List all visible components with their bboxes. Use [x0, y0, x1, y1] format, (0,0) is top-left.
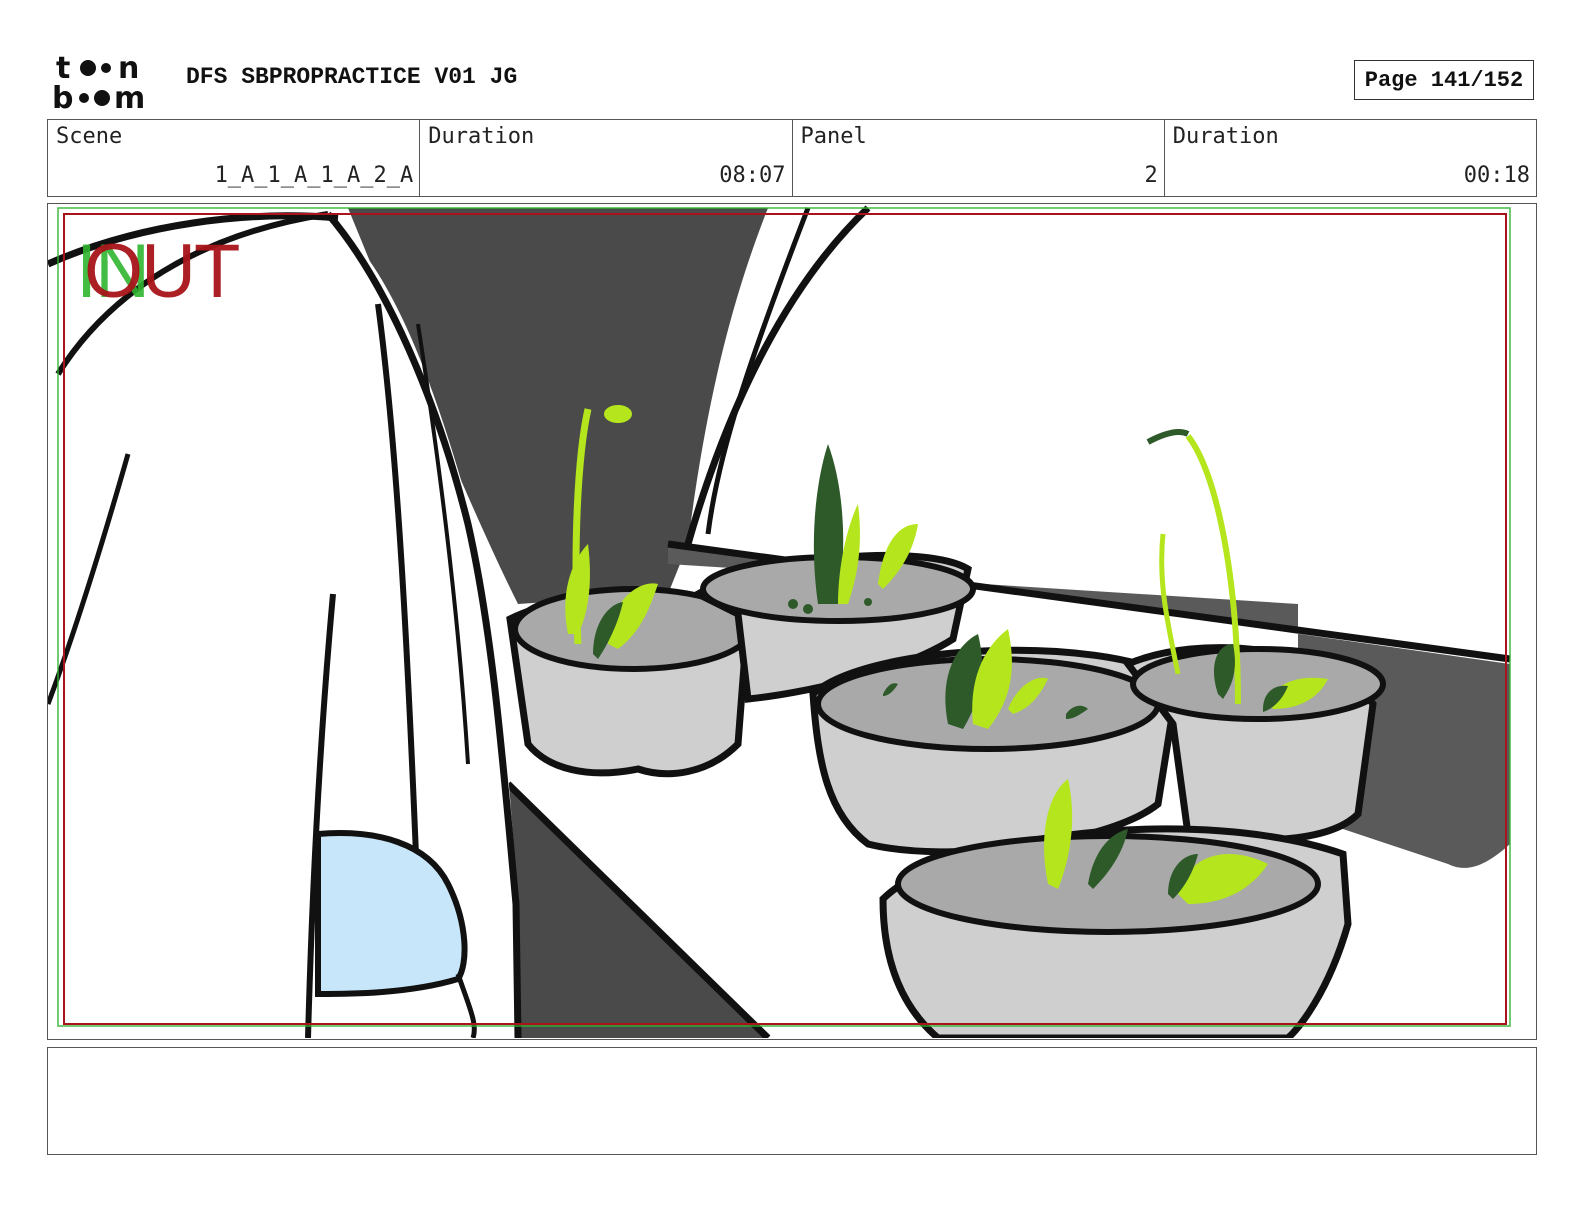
notes-box[interactable]: [47, 1047, 1537, 1155]
panel-duration-label: Duration: [1172, 124, 1279, 149]
out-frame-label: OUT: [84, 229, 240, 314]
toonboom-logo: t n b m: [52, 51, 145, 112]
scene-label: Scene: [56, 124, 123, 149]
page-number: Page 141/152: [1354, 60, 1534, 100]
logo-letter-b: b: [52, 81, 73, 112]
document-title: DFS SBPROPRACTICE V01 JG: [186, 64, 518, 90]
logo-letter-m: m: [114, 81, 145, 112]
panel-duration-cell: Duration 00:18: [1165, 120, 1536, 196]
scene-info-row: Scene 1_A_1_A_1_A_2_A Duration 08:07 Pan…: [47, 119, 1537, 197]
scene-duration-cell: Duration 08:07: [420, 120, 793, 196]
panel-label: Panel: [800, 124, 867, 149]
scene-value: 1_A_1_A_1_A_2_A: [214, 163, 414, 188]
scene-duration-value: 08:07: [719, 163, 786, 188]
panel-cell: Panel 2: [793, 120, 1165, 196]
scene-duration-label: Duration: [428, 124, 535, 149]
panel-value: 2: [1144, 163, 1158, 188]
panel-drawing: [48, 205, 1511, 1038]
storyboard-panel[interactable]: IN OUT: [47, 203, 1537, 1040]
scene-cell: Scene 1_A_1_A_1_A_2_A: [48, 120, 421, 196]
panel-duration-value: 00:18: [1463, 163, 1530, 188]
